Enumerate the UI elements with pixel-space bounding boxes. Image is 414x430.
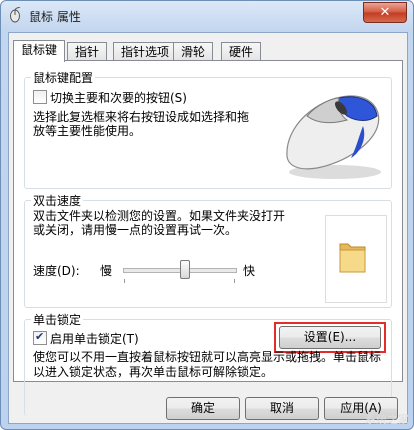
tab-pointers[interactable]: 指针	[67, 42, 108, 61]
title-bar[interactable]: 鼠标 属性 ✕	[1, 1, 413, 31]
switch-buttons-label[interactable]: 切换主要和次要的按钮(S)	[50, 89, 187, 106]
button-label: 确定	[190, 401, 215, 415]
cancel-button[interactable]: 取消	[245, 397, 319, 420]
tab-label: 硬件	[229, 45, 254, 59]
enable-click-lock-checkbox[interactable]	[33, 330, 47, 345]
click-lock-description: 使您可以不用一直按着鼠标按钮就可以高亮显示或拖拽。单击鼠标以进入锁定状态，再次单…	[33, 350, 382, 379]
slider-tick	[124, 279, 125, 283]
close-button[interactable]: ✕	[363, 2, 407, 23]
group-title: 鼠标键配置	[31, 69, 96, 86]
tab-hardware[interactable]: 硬件	[221, 42, 262, 61]
dialog-client-area: 鼠标键 指针 指针选项 滑轮 硬件 鼠标键配置 切换主要和次要的按钮(S) 选择…	[8, 32, 408, 424]
watermark-logo: 系统之家	[365, 413, 409, 426]
fast-label: 快	[243, 264, 256, 278]
slider-tick	[234, 279, 235, 283]
mouse-icon	[7, 6, 23, 23]
speed-slider-thumb[interactable]	[179, 260, 190, 279]
speed-label: 速度(D):	[33, 264, 80, 278]
folder-icon[interactable]	[338, 238, 368, 277]
tab-panel-buttons: 鼠标键配置 切换主要和次要的按钮(S) 选择此复选框来将右按钮设成如选择和拖放等…	[13, 60, 403, 416]
test-folder-area[interactable]	[325, 215, 387, 303]
tab-buttons[interactable]: 鼠标键	[13, 40, 66, 62]
mouse-illustration	[277, 86, 387, 182]
mouse-properties-window: 鼠标 属性 ✕ 鼠标键 指针 指针选项 滑轮 硬件 鼠标键配置 切换主要和次要的…	[0, 0, 414, 430]
group-title: 双击速度	[31, 192, 84, 209]
tab-pointer-options[interactable]: 指针选项	[113, 42, 178, 61]
window-title: 鼠标 属性	[29, 10, 81, 24]
click-lock-settings-button[interactable]: 设置(E)...	[279, 326, 381, 349]
button-label: 取消	[269, 401, 294, 415]
button-config-group: 鼠标键配置 切换主要和次要的按钮(S) 选择此复选框来将右按钮设成如选择和拖放等…	[24, 69, 392, 189]
close-icon: ✕	[379, 5, 391, 20]
button-label: 设置(E)...	[303, 330, 357, 344]
switch-buttons-checkbox[interactable]	[33, 90, 47, 104]
double-click-speed-group: 双击速度 双击文件夹以检测您的设置。如果文件夹没打开或关闭，请用慢一点的设置再试…	[24, 192, 392, 308]
group-title: 单击锁定	[31, 311, 84, 328]
tab-label: 指针	[75, 45, 100, 59]
tab-label: 鼠标键	[21, 43, 58, 57]
ok-button[interactable]: 确定	[166, 397, 240, 420]
button-config-description: 选择此复选框来将右按钮设成如选择和拖放等主要性能使用。	[33, 110, 250, 138]
slow-label: 慢	[100, 264, 113, 278]
tab-wheel[interactable]: 滑轮	[173, 42, 214, 61]
tab-label: 滑轮	[181, 45, 206, 59]
tab-label: 指针选项	[121, 45, 170, 59]
double-click-description: 双击文件夹以检测您的设置。如果文件夹没打开或关闭，请用慢一点的设置再试一次。	[33, 209, 286, 237]
enable-click-lock-label[interactable]: 启用单击锁定(T)	[50, 330, 139, 347]
